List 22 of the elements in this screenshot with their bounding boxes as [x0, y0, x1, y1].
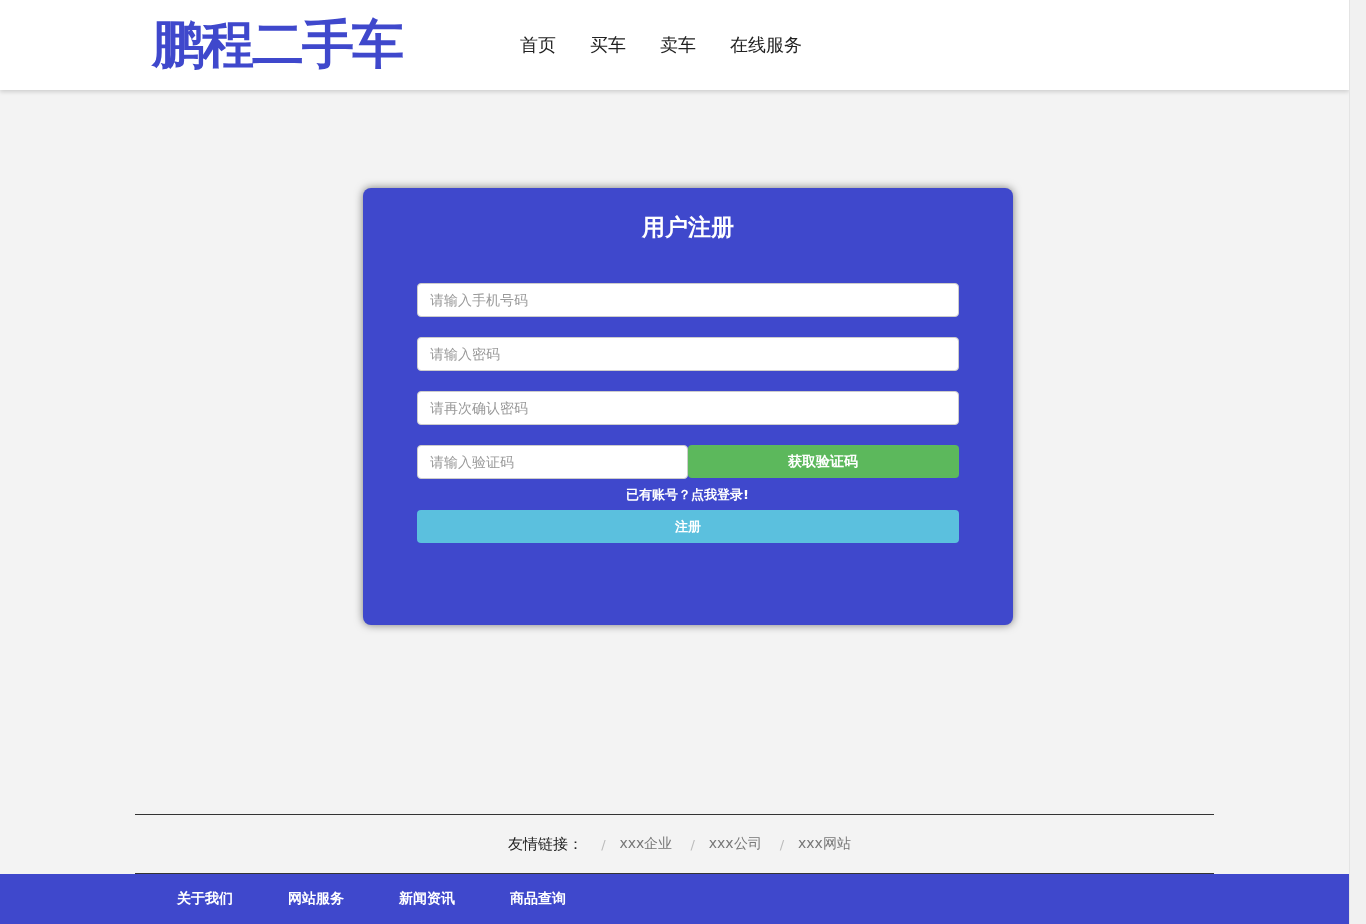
input-field[interactable]: 请输入密码 — [416, 337, 959, 371]
footer-link[interactable]: 新闻资讯 — [399, 889, 455, 908]
friend-links-label: 友情链接： — [508, 834, 584, 854]
separator: / — [690, 836, 695, 852]
footer-link[interactable]: 关于我们 — [177, 889, 233, 908]
nav-link[interactable]: 在线服务 — [730, 33, 802, 57]
code-input-field[interactable]: 请输入验证码 — [416, 445, 688, 479]
separator: / — [601, 836, 606, 852]
login-link[interactable]: 已有账号？点我登录! — [626, 486, 749, 504]
input-field[interactable]: 请输入手机号码 — [416, 283, 959, 317]
input-field[interactable]: 请再次确认密码 — [416, 391, 959, 425]
form-title: 用户注册 — [640, 213, 735, 242]
footer-link[interactable]: 网站服务 — [288, 889, 344, 908]
footer-link[interactable]: 商品查询 — [510, 889, 566, 908]
site-logo[interactable]: 鹏程二手车 — [152, 10, 520, 80]
friend-link[interactable]: xxx公司 — [708, 835, 762, 853]
separator: / — [779, 836, 784, 852]
nav-link[interactable]: 卖车 — [660, 33, 696, 57]
nav-link[interactable]: 首页 — [520, 33, 556, 57]
friend-link[interactable]: xxx网站 — [798, 835, 851, 853]
friend-link[interactable]: xxx企业 — [619, 835, 673, 853]
nav-link[interactable]: 买车 — [590, 33, 626, 57]
